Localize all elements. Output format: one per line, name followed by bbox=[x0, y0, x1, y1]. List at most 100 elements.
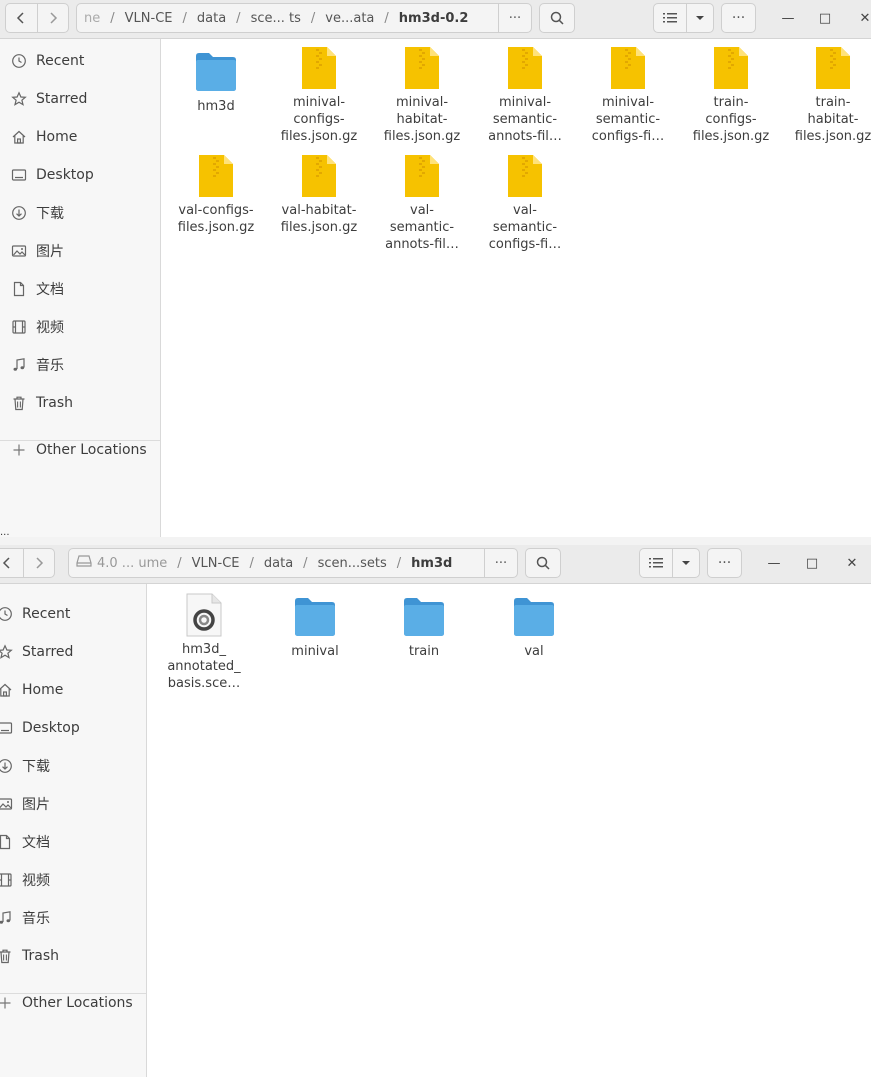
minimize-button[interactable]: — bbox=[778, 8, 798, 28]
maximize-button[interactable]: □ bbox=[802, 553, 822, 573]
menu-button[interactable]: ··· bbox=[721, 3, 756, 33]
path-segment[interactable]: scen...sets bbox=[311, 556, 394, 571]
sidebar-item-home[interactable]: Home bbox=[0, 671, 63, 709]
sidebar-item-recent[interactable]: Recent bbox=[0, 595, 70, 633]
file-item[interactable]: val-habitat-files.json.gz bbox=[269, 153, 369, 236]
archive-icon bbox=[508, 47, 542, 89]
file-item[interactable]: minival-semantic-configs-fi… bbox=[578, 45, 678, 145]
back-button[interactable] bbox=[6, 4, 37, 32]
file-name: train-configs-files.json.gz bbox=[681, 94, 781, 145]
file-icon-wrap bbox=[293, 594, 337, 640]
star-icon bbox=[0, 644, 13, 659]
sidebar-item-home[interactable]: Home bbox=[11, 118, 77, 156]
header-bar: 4.0 ... ume / VLN-CE / data / scen...set… bbox=[0, 545, 871, 584]
sidebar-item-other-locations[interactable]: Other Locations bbox=[11, 431, 147, 469]
sidebar-item-下载[interactable]: 下载 bbox=[11, 194, 64, 232]
path-segment-current[interactable]: hm3d-0.2 bbox=[392, 11, 476, 26]
forward-button[interactable] bbox=[36, 4, 69, 32]
path-segment-current[interactable]: hm3d bbox=[404, 556, 459, 571]
sidebar-item-视频[interactable]: 视频 bbox=[11, 308, 64, 346]
view-dropdown-button[interactable] bbox=[671, 549, 699, 577]
path-more-button[interactable]: ··· bbox=[498, 4, 531, 32]
sidebar-item-文档[interactable]: 文档 bbox=[11, 270, 64, 308]
file-item[interactable]: hm3d_ annotated_ basis.sce… bbox=[154, 592, 254, 692]
sidebar-item-trash[interactable]: Trash bbox=[0, 937, 59, 975]
sidebar-item-视频[interactable]: 视频 bbox=[0, 861, 50, 899]
file-name-line: minival- bbox=[498, 95, 552, 110]
sidebar-item-音乐[interactable]: 音乐 bbox=[0, 899, 50, 937]
file-item[interactable]: minival-habitat-files.json.gz bbox=[372, 45, 472, 145]
location-path-bar: 4.0 ... ume / VLN-CE / data / scen...set… bbox=[68, 548, 518, 578]
sidebar-item-starred[interactable]: Starred bbox=[11, 80, 87, 118]
file-icon-wrap bbox=[400, 45, 444, 91]
search-button[interactable] bbox=[525, 548, 561, 578]
sidebar-item-label: 音乐 bbox=[22, 911, 50, 927]
folder-item[interactable]: val bbox=[484, 594, 584, 660]
file-icon-wrap bbox=[297, 153, 341, 199]
sidebar-item-下载[interactable]: 下载 bbox=[0, 747, 50, 785]
sidebar-item-other-locations[interactable]: Other Locations bbox=[0, 984, 133, 1022]
file-item[interactable]: val-semantic-configs-fi… bbox=[475, 153, 575, 253]
path-more-button[interactable]: ··· bbox=[484, 549, 517, 577]
folder-item[interactable]: minival bbox=[265, 594, 365, 660]
sidebar-item-starred[interactable]: Starred bbox=[0, 633, 73, 671]
file-name-line: train- bbox=[815, 95, 851, 110]
plus-icon bbox=[13, 444, 25, 456]
search-button[interactable] bbox=[539, 3, 575, 33]
sidebar-item-label: 视频 bbox=[36, 320, 64, 336]
archive-icon bbox=[508, 155, 542, 197]
path-segment[interactable]: VLN-CE bbox=[118, 11, 180, 26]
file-item[interactable]: train-habitat-files.json.gz bbox=[783, 45, 871, 145]
forward-button[interactable] bbox=[22, 549, 55, 577]
download-icon bbox=[0, 759, 12, 773]
folder-item[interactable]: hm3d bbox=[166, 49, 266, 115]
file-name: val-semantic-configs-fi… bbox=[475, 202, 575, 253]
sidebar-item-label: Trash bbox=[36, 395, 73, 411]
music-icon bbox=[11, 357, 27, 373]
desktop-icon bbox=[11, 167, 27, 183]
file-icon-wrap bbox=[194, 153, 238, 199]
file-item[interactable]: val-semantic-annots-fil… bbox=[372, 153, 472, 253]
file-name-line: annotated_ bbox=[167, 659, 241, 674]
file-item[interactable]: val-configs-files.json.gz bbox=[166, 153, 266, 236]
maximize-button[interactable]: □ bbox=[815, 8, 835, 28]
view-dropdown-button[interactable] bbox=[685, 4, 713, 32]
path-segment[interactable]: data bbox=[190, 11, 233, 26]
back-button[interactable] bbox=[0, 549, 23, 577]
menu-button[interactable]: ··· bbox=[707, 548, 742, 578]
sidebar-item-音乐[interactable]: 音乐 bbox=[11, 346, 64, 384]
file-item[interactable]: minival-configs-files.json.gz bbox=[269, 45, 369, 145]
file-item[interactable]: minival-semantic-annots-fil… bbox=[475, 45, 575, 145]
chevron-left-icon bbox=[3, 557, 10, 569]
file-icon-wrap bbox=[512, 594, 556, 640]
clock-icon bbox=[11, 53, 27, 69]
download-icon bbox=[12, 206, 26, 220]
list-view-button[interactable] bbox=[654, 4, 686, 32]
close-button[interactable]: ✕ bbox=[855, 8, 871, 28]
file-icon-wrap bbox=[297, 45, 341, 91]
file-icon-wrap bbox=[811, 45, 855, 91]
sidebar-item-图片[interactable]: 图片 bbox=[0, 785, 50, 823]
sidebar-item-文档[interactable]: 文档 bbox=[0, 823, 50, 861]
path-segment[interactable]: ne bbox=[77, 11, 107, 26]
sidebar-item-desktop[interactable]: Desktop bbox=[0, 709, 80, 747]
folder-item[interactable]: train bbox=[374, 594, 474, 660]
close-button[interactable]: ✕ bbox=[842, 553, 862, 573]
sidebar-item-图片[interactable]: 图片 bbox=[11, 232, 64, 270]
path-segment[interactable]: sce... ts bbox=[244, 11, 308, 26]
path-segment[interactable]: ve...ata bbox=[318, 11, 381, 26]
video-icon bbox=[0, 872, 13, 888]
file-item[interactable]: train-configs-files.json.gz bbox=[681, 45, 781, 145]
file-name-line: semantic- bbox=[492, 220, 558, 235]
path-segment[interactable]: data bbox=[257, 556, 300, 571]
path-segment[interactable]: VLN-CE bbox=[185, 556, 247, 571]
sidebar-item-trash[interactable]: Trash bbox=[11, 384, 73, 422]
sidebar-item-desktop[interactable]: Desktop bbox=[11, 156, 94, 194]
sidebar-item-recent[interactable]: Recent bbox=[11, 42, 84, 80]
file-name-line: files.json.gz bbox=[794, 129, 871, 144]
drive-icon-wrap bbox=[69, 555, 95, 571]
path-segment[interactable]: 4.0 ... ume bbox=[95, 556, 174, 571]
list-view-button[interactable] bbox=[640, 549, 672, 577]
minimize-button[interactable]: — bbox=[764, 553, 784, 573]
file-view: hm3d minival-configs-files.json.gz miniv… bbox=[161, 39, 871, 537]
